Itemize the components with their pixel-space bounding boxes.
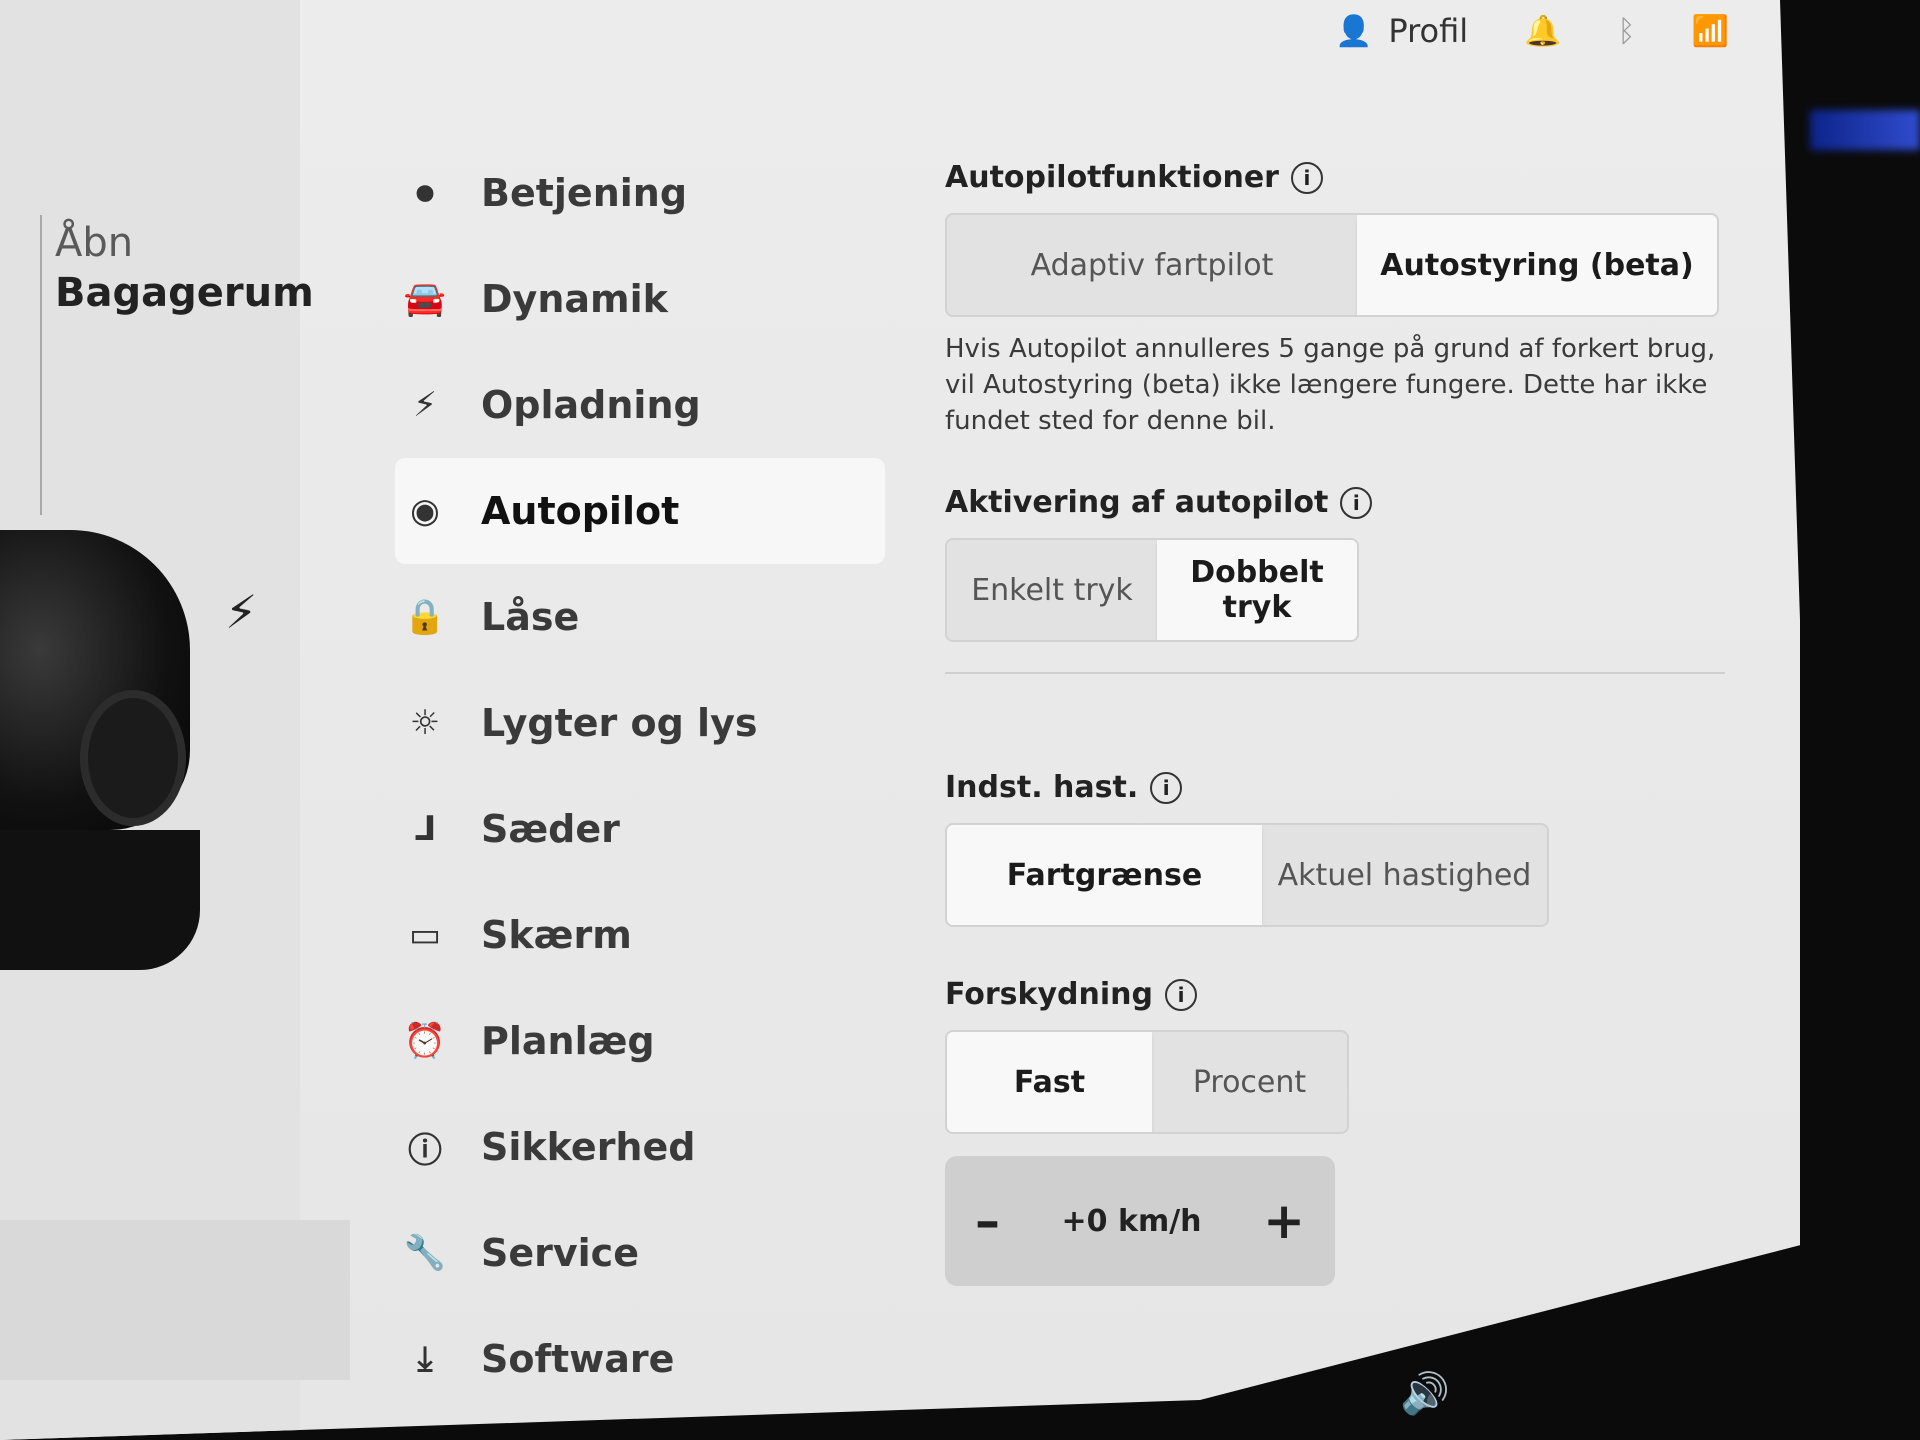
offset-selector: Fast Procent xyxy=(945,1030,1349,1134)
activation-heading: Aktivering af autopilot i xyxy=(945,485,1725,520)
lock-icon: 🔒 xyxy=(403,597,447,637)
alarm-clock-icon: ⏰ xyxy=(403,1021,447,1061)
info-icon[interactable]: i xyxy=(1150,771,1183,804)
touchscreen: Åbn Bagagerum ⚡ 👤 Profil 🔔 ᛒ 📶 ⏺ Betjeni… xyxy=(0,0,1800,1440)
info-icon[interactable]: i xyxy=(1340,486,1373,519)
nav-item-label: Opladning xyxy=(481,383,701,427)
wrench-icon: 🔧 xyxy=(403,1233,447,1273)
steering-wheel-icon: ◉ xyxy=(410,491,440,531)
settings-nav: ⏺ Betjening 🚘 Dynamik ⚡ Opladning ◉ Auto… xyxy=(395,140,885,1412)
nav-item-sikkerhed[interactable]: ⓘ Sikkerhed xyxy=(395,1094,885,1200)
open-trunk-label-line1: Åbn xyxy=(55,220,134,266)
trunk-indicator-line xyxy=(40,215,42,515)
download-icon: ⤓ xyxy=(417,1339,433,1379)
info-icon[interactable]: i xyxy=(1165,978,1197,1011)
nav-item-planlaeg[interactable]: ⏰ Planlæg xyxy=(395,988,885,1094)
nav-item-label: Planlæg xyxy=(481,1019,655,1063)
enkelt-tryk-option[interactable]: Enkelt tryk xyxy=(947,540,1157,640)
nav-item-betjening[interactable]: ⏺ Betjening xyxy=(395,140,885,246)
autopilot-warning-note: Hvis Autopilot annulleres 5 gange på gru… xyxy=(945,334,1716,436)
section-title: Autopilotfunktioner xyxy=(945,160,1279,195)
nav-item-skaerm[interactable]: ▭ Skærm xyxy=(395,882,885,988)
nav-item-dynamik[interactable]: 🚘 Dynamik xyxy=(395,246,885,352)
nav-item-label: Betjening xyxy=(481,171,688,215)
car-icon: 🚘 xyxy=(403,279,447,319)
dobbelt-tryk-option[interactable]: Dobbelt tryk xyxy=(1157,540,1357,640)
speaker-icon[interactable]: 🔊 xyxy=(1400,1370,1450,1417)
activation-selector: Enkelt tryk Dobbelt tryk xyxy=(945,538,1359,642)
toggle-icon: ⏺ xyxy=(416,173,434,213)
fartgraense-option[interactable]: Fartgrænse xyxy=(947,825,1262,925)
decrease-button[interactable]: – xyxy=(975,1192,1000,1250)
section-title: Aktivering af autopilot xyxy=(945,485,1329,520)
nav-item-label: Skærm xyxy=(481,913,632,957)
vehicle-panel: Åbn Bagagerum ⚡ xyxy=(0,0,350,1440)
lightning-icon[interactable]: ⚡ xyxy=(225,585,257,639)
divider xyxy=(945,672,1725,674)
set-speed-heading: Indst. hast. i xyxy=(945,770,1725,805)
autostyring-option[interactable]: Autostyring (beta) xyxy=(1357,215,1717,315)
lightning-icon: ⚡ xyxy=(413,385,437,425)
autopilot-features-selector: Adaptiv fartpilot Autostyring (beta) xyxy=(945,213,1719,317)
adaptiv-fartpilot-option[interactable]: Adaptiv fartpilot xyxy=(947,215,1357,315)
nav-item-label: Dynamik xyxy=(481,277,668,321)
left-bottom-card xyxy=(0,1220,350,1380)
autopilot-settings: Autopilotfunktioner i Adaptiv fartpilot … xyxy=(945,160,1725,1286)
procent-option[interactable]: Procent xyxy=(1152,1032,1347,1132)
fast-option[interactable]: Fast xyxy=(947,1032,1152,1132)
bell-icon[interactable]: 🔔 xyxy=(1524,14,1561,49)
nav-item-autopilot[interactable]: ◉ Autopilot xyxy=(395,458,885,564)
bluetooth-icon[interactable]: ᛒ xyxy=(1618,14,1636,49)
display-icon: ▭ xyxy=(408,915,442,955)
open-trunk-label-line2: Bagagerum xyxy=(55,270,314,316)
nav-item-opladning[interactable]: ⚡ Opladning xyxy=(395,352,885,458)
nav-item-label: Service xyxy=(481,1231,639,1275)
section-title: Forskydning xyxy=(945,977,1153,1012)
nav-item-saeder[interactable]: ⅃ Sæder xyxy=(395,776,885,882)
person-icon[interactable]: 👤 xyxy=(1335,14,1372,49)
nav-item-label: Software xyxy=(481,1337,675,1381)
open-trunk-button[interactable]: Åbn Bagagerum xyxy=(55,218,314,318)
ambient-light xyxy=(1810,110,1920,150)
aktuel-hastighed-option[interactable]: Aktuel hastighed xyxy=(1262,825,1547,925)
info-icon[interactable]: i xyxy=(1290,161,1323,194)
nav-item-lygter[interactable]: ☼ Lygter og lys xyxy=(395,670,885,776)
offset-stepper: – +0 km/h + xyxy=(945,1156,1335,1286)
wifi-icon[interactable]: 📶 xyxy=(1692,14,1729,49)
nav-item-laase[interactable]: 🔒 Låse xyxy=(395,564,885,670)
nav-item-service[interactable]: 🔧 Service xyxy=(395,1200,885,1306)
car-shadow xyxy=(0,830,200,970)
status-bar: 👤 Profil 🔔 ᛒ 📶 xyxy=(1335,12,1769,50)
offset-value: +0 km/h xyxy=(1061,1203,1202,1239)
profile-button[interactable]: Profil xyxy=(1388,12,1468,50)
seat-icon: ⅃ xyxy=(414,809,436,849)
nav-item-label: Sæder xyxy=(481,807,620,851)
set-speed-selector: Fartgrænse Aktuel hastighed xyxy=(945,823,1549,927)
nav-item-label: Autopilot xyxy=(481,489,680,533)
nav-item-label: Lygter og lys xyxy=(481,701,758,745)
nav-item-label: Låse xyxy=(481,595,580,639)
nav-item-label: Sikkerhed xyxy=(481,1125,696,1169)
nav-item-software[interactable]: ⤓ Software xyxy=(395,1306,885,1412)
section-title: Indst. hast. xyxy=(945,770,1139,805)
offset-heading: Forskydning i xyxy=(945,977,1725,1012)
autopilot-features-heading: Autopilotfunktioner i xyxy=(945,160,1725,195)
increase-button[interactable]: + xyxy=(1263,1192,1305,1250)
sun-icon: ☼ xyxy=(409,703,441,743)
alert-icon: ⓘ xyxy=(408,1130,442,1171)
car-wheel xyxy=(80,690,186,826)
